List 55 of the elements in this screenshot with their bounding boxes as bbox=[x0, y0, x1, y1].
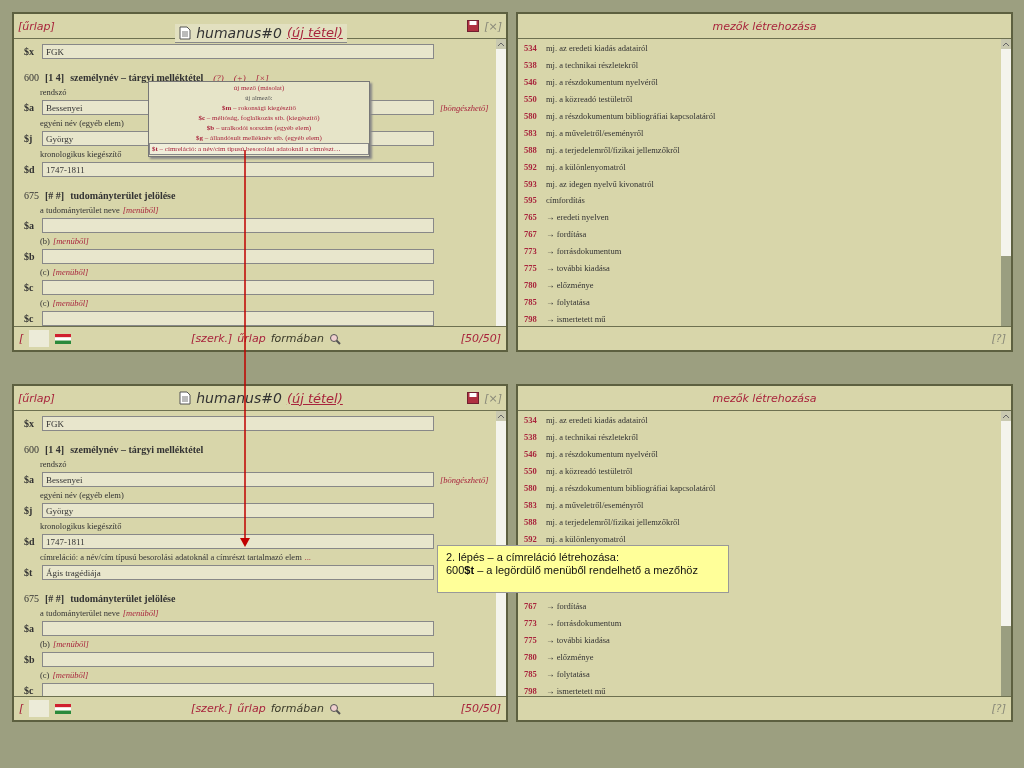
subfield-code: $j bbox=[24, 505, 34, 516]
bracket-text: [ bbox=[19, 702, 24, 715]
subfield-code: $a bbox=[24, 102, 35, 113]
field-code: 675 bbox=[24, 593, 39, 604]
bracket-text: [ bbox=[19, 332, 24, 345]
window-title: mezők létrehozása bbox=[712, 391, 817, 405]
subfield-code: $d bbox=[24, 164, 36, 175]
subfield-code: $b bbox=[24, 654, 36, 665]
record-counter: [50/50] bbox=[460, 702, 501, 715]
subfield-code: $b bbox=[24, 251, 36, 262]
window-title: mezők létrehozása bbox=[712, 19, 817, 33]
subfield-label: a tudományterület neve bbox=[40, 205, 120, 215]
subfield-code: $x bbox=[24, 46, 35, 57]
field-code: 600 bbox=[24, 444, 39, 455]
note-text: 2. lépés – a címreláció létrehozása: bbox=[446, 551, 621, 564]
subfield-code: $c bbox=[24, 313, 35, 324]
subfield-code: $a bbox=[24, 474, 35, 485]
subfield-label: (b) bbox=[40, 236, 50, 246]
indicators: [# #] bbox=[45, 593, 65, 604]
field-title: személynév – tárgyi melléktétel bbox=[70, 72, 204, 83]
subfield-label: (c) bbox=[40, 670, 50, 680]
field-title: tudományterület jelölése bbox=[70, 593, 176, 604]
subfield-label: címreláció: a név/cím típusú besorolási adatoknál a címrészt tartalmazó elem bbox=[40, 552, 302, 562]
indicators: [1 4] bbox=[45, 72, 65, 83]
mode-text: formában bbox=[270, 332, 324, 345]
subfield-code: $j bbox=[24, 133, 34, 144]
subfield-code: $c bbox=[24, 282, 35, 293]
record-counter: [50/50] bbox=[460, 332, 501, 345]
subfield-code: $x bbox=[24, 418, 35, 429]
record-status: (új tétel) bbox=[286, 390, 343, 406]
subfield-label: (c) bbox=[40, 267, 50, 277]
subfield-code: $a bbox=[24, 220, 35, 231]
note-text: 600$t – a legördülő menüből rendelhető a mezőhöz bbox=[446, 564, 699, 577]
subfield-code: $d bbox=[24, 536, 36, 547]
subfield-label: (b) bbox=[40, 639, 50, 649]
subfield-code: $a bbox=[24, 623, 35, 634]
subfield-label: a tudományterület neve bbox=[40, 608, 120, 618]
field-code: 600 bbox=[24, 72, 39, 83]
subfield-label: rendszó bbox=[40, 459, 67, 469]
subfield-label: egyéni név (egyéb elem) bbox=[40, 118, 124, 128]
indicators: [# #] bbox=[45, 190, 65, 201]
record-title: humanus#0 bbox=[196, 24, 282, 41]
field-title: tudományterület jelölése bbox=[70, 190, 176, 201]
field-title: személynév – tárgyi melléktétel bbox=[70, 444, 204, 455]
record-status: (új tétel) bbox=[286, 25, 343, 40]
subfield-label: kronologikus kiegészítő bbox=[40, 149, 122, 159]
indicators: [1 4] bbox=[45, 444, 65, 455]
subfield-label: egyéni név (egyéb elem) bbox=[40, 490, 124, 500]
subfield-code: $c bbox=[24, 685, 35, 696]
subfield-label: (c) bbox=[40, 298, 50, 308]
subfield-label: kronologikus kiegészítő bbox=[40, 521, 122, 531]
subfield-label: rendszó bbox=[40, 87, 67, 97]
mode-text: formában bbox=[270, 702, 324, 715]
subfield-code: $t bbox=[24, 567, 34, 578]
field-code: 675 bbox=[24, 190, 39, 201]
